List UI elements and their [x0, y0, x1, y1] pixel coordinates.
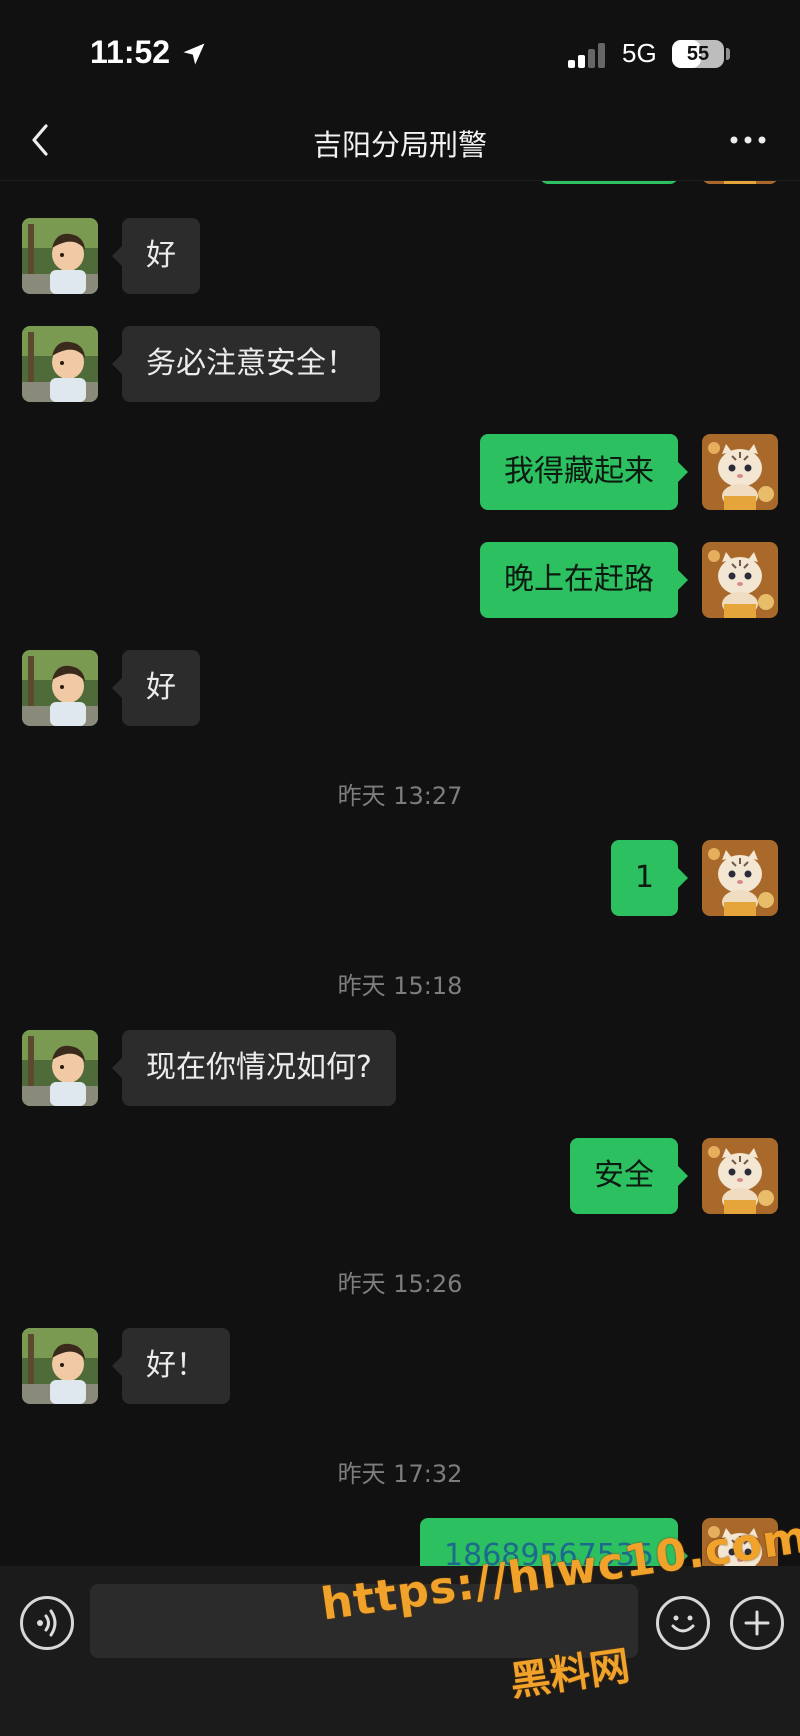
chat-header: 吉阳分局刑警: [0, 100, 800, 181]
chat-title: 吉阳分局刑警: [312, 128, 487, 162]
emoji-button[interactable]: [656, 1596, 710, 1650]
own-avatar[interactable]: [702, 542, 778, 618]
timestamp: 昨天 15:26: [337, 1270, 463, 1298]
status-bar: 11:52 5G 55: [0, 0, 800, 100]
battery-icon: 55: [672, 40, 724, 68]
own-avatar[interactable]: [702, 434, 778, 510]
timestamp: 昨天 15:18: [337, 972, 463, 1000]
plus-button[interactable]: [730, 1596, 784, 1650]
outgoing-message-bubble[interactable]: 晚上在赶路: [480, 542, 688, 618]
more-dots-icon[interactable]: [726, 126, 770, 154]
contact-avatar[interactable]: [22, 326, 98, 402]
voice-button[interactable]: [20, 1596, 74, 1650]
status-time: 11:52: [90, 34, 171, 70]
signal-icon: [568, 43, 605, 68]
chat-area[interactable]: 好 务必注意安全！ 我得藏起来 晚上在赶路 好 1 现在你情况如何? 安全 好！…: [0, 180, 800, 1566]
timestamp: 昨天 13:27: [337, 782, 463, 810]
incoming-message-bubble[interactable]: 现在你情况如何?: [112, 1030, 396, 1106]
outgoing-message-bubble[interactable]: 1: [610, 840, 689, 916]
battery-percent: 55: [686, 43, 710, 65]
outgoing-message-bubble[interactable]: 安全: [570, 1138, 688, 1214]
contact-avatar[interactable]: [22, 650, 98, 726]
contact-avatar[interactable]: [22, 1030, 98, 1106]
location-arrow-icon: [183, 43, 205, 65]
battery-cap: [726, 48, 730, 60]
incoming-message-bubble[interactable]: 好: [112, 218, 200, 294]
incoming-message-bubble[interactable]: 好: [112, 650, 200, 726]
incoming-message-bubble[interactable]: 务必注意安全！: [112, 326, 380, 402]
contact-avatar[interactable]: [22, 218, 98, 294]
own-avatar[interactable]: [702, 1138, 778, 1214]
timestamp: 昨天 17:32: [337, 1460, 463, 1488]
own-avatar[interactable]: [702, 840, 778, 916]
contact-avatar[interactable]: [22, 1328, 98, 1404]
plus-icon: [744, 1610, 770, 1636]
emoji-icon: [671, 1615, 695, 1633]
outgoing-message-bubble[interactable]: 我得藏起来: [480, 434, 688, 510]
incoming-message-bubble[interactable]: 好！: [112, 1328, 230, 1404]
network-type: 5G: [622, 38, 657, 68]
voice-icon: [37, 1609, 57, 1637]
